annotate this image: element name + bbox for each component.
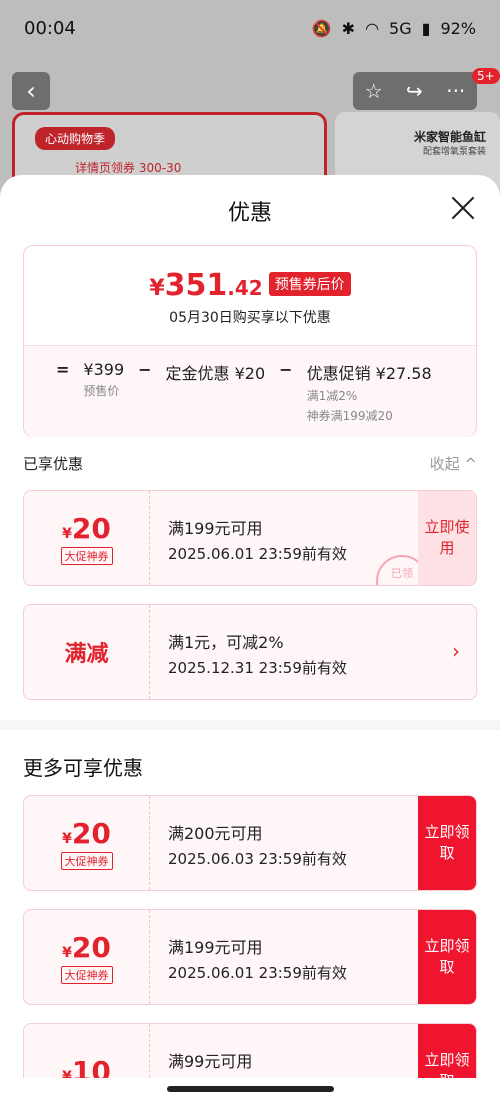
coupon-expiry: 2025.06.03 23:59前有效 <box>168 850 347 868</box>
coupon-tag: 大促神券 <box>60 546 113 565</box>
coupon-condition: 满199元可用 <box>168 519 263 538</box>
product-actions: ☆ ↪ ··· <box>353 72 477 110</box>
back-arrow-icon[interactable]: ‹ <box>12 72 50 110</box>
coupon-expiry: 2025.06.01 23:59前有效 <box>168 545 347 563</box>
mute-icon: 🔕 <box>311 18 332 38</box>
more-icon[interactable]: ··· <box>446 79 465 103</box>
section-divider <box>0 720 500 730</box>
bluetooth-icon: ✱ <box>341 18 356 38</box>
collapse-button[interactable]: 收起 ^ <box>430 453 477 474</box>
battery-icon: ▮ <box>421 18 431 38</box>
price-breakdown: = ¥399 预售价 − 定金优惠 ¥20 − 优惠促销 ¥27.58 满1减2… <box>56 360 432 423</box>
price-summary: ¥351.42 预售券后价 05月30日购买享以下优惠 = ¥399 预售价 −… <box>23 245 477 437</box>
banner-tag: 心动购物季 <box>35 127 116 150</box>
claim-button[interactable]: 立即领取 <box>418 910 476 1004</box>
close-icon[interactable] <box>448 193 478 223</box>
coupon-value: ¥20 大促神券 <box>24 910 150 1004</box>
coupon-condition: 满199元可用 <box>168 938 263 957</box>
status-bar: 00:04 🔕 ✱ ◠ 5G ▮ 92% <box>0 0 500 56</box>
deposit-discount: 定金优惠 ¥20 <box>165 364 266 383</box>
coupon-value: ¥20 大促神券 <box>24 796 150 890</box>
home-indicator[interactable] <box>167 1086 334 1092</box>
claim-button[interactable]: 立即领取 <box>418 796 476 890</box>
coupon-value: ¥20 大促神券 <box>24 491 150 585</box>
use-now-button[interactable]: 立即使用 <box>418 491 476 585</box>
coupon-tag: 大促神券 <box>60 965 113 984</box>
banner-sub: 详情页领券 300-30 <box>75 161 182 175</box>
share-icon[interactable]: ↪ <box>406 79 423 103</box>
status-icons: 🔕 ✱ ◠ 5G ▮ 92% <box>312 19 476 38</box>
applied-title: 已享优惠 <box>23 455 84 473</box>
banner-product-sub: 配套增氧泵套装 <box>422 147 486 157</box>
promo-detail: 满1减2% <box>306 389 358 403</box>
presale-tag: 预售券后价 <box>268 272 351 296</box>
final-price: ¥351.42 <box>149 268 263 303</box>
coupon-card: ¥20 大促神券 满199元可用 2025.06.01 23:59前有效 已领 … <box>23 490 477 586</box>
coupon-tag: 大促神券 <box>60 851 113 870</box>
promo-discount: 优惠促销 ¥27.58 <box>306 364 432 383</box>
promo-detail: 神券满199减20 <box>306 409 393 423</box>
status-time: 00:04 <box>24 17 76 39</box>
sheet-title: 优惠 <box>227 201 272 226</box>
coupon-expiry: 2025.06.01 23:59前有效 <box>168 964 347 982</box>
coupon-expiry: 2025.12.31 23:59前有效 <box>168 659 347 677</box>
gesture-bar <box>0 1078 500 1100</box>
date-line: 05月30日购买享以下优惠 <box>169 310 331 326</box>
message-badge: 5+ <box>472 68 500 84</box>
coupon-condition: 满200元可用 <box>168 824 263 843</box>
coupon-card: ¥20 大促神券 满200元可用 2025.06.03 23:59前有效 立即领… <box>23 795 477 891</box>
discount-label: 满减 <box>24 605 150 699</box>
discount-sheet: 优惠 ¥351.42 预售券后价 05月30日购买享以下优惠 = ¥399 预售… <box>0 175 500 1100</box>
base-label: 预售价 <box>83 384 120 398</box>
chevron-right-icon[interactable]: › <box>452 639 460 663</box>
applied-header: 已享优惠 收起 ^ <box>23 453 477 474</box>
more-discounts-title: 更多可享优惠 <box>23 756 143 780</box>
coupon-condition: 满99元可用 <box>168 1052 253 1071</box>
signal-label: 5G <box>389 18 412 38</box>
base-price: ¥399 <box>83 360 125 379</box>
banner-product-title: 米家智能鱼缸 <box>413 130 486 144</box>
coupon-card: ¥20 大促神券 满199元可用 2025.06.01 23:59前有效 立即领… <box>23 909 477 1005</box>
discount-card[interactable]: 满减 满1元，可减2% 2025.12.31 23:59前有效 › <box>23 604 477 700</box>
wifi-icon: ◠ <box>365 18 380 38</box>
star-icon[interactable]: ☆ <box>365 79 383 103</box>
coupon-condition: 满1元，可减2% <box>168 633 284 652</box>
battery-level: 92% <box>440 18 476 38</box>
